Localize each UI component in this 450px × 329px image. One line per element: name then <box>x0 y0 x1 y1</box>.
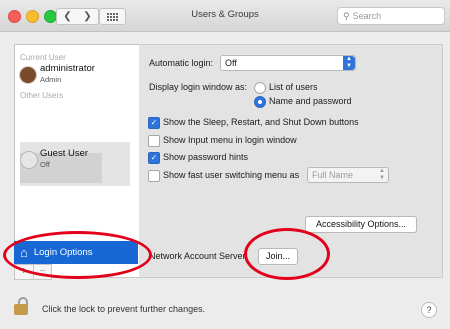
title-bar: ❮ ❯ Users & Groups ⚲ Search <box>0 0 450 32</box>
admin-avatar <box>19 66 37 84</box>
show-sleep-restart-label: Show the Sleep, Restart, and Shut Down b… <box>163 117 359 127</box>
automatic-login-label: Automatic login: <box>149 58 214 68</box>
guest-user-status: Off <box>40 160 50 169</box>
list-of-users-label: List of users <box>269 82 318 92</box>
fast-user-switching-checkbox[interactable] <box>148 170 160 182</box>
fast-user-switching-label: Show fast user switching menu as <box>163 170 300 180</box>
chevron-updown-icon: ▲ ▼ <box>379 168 385 181</box>
join-button[interactable]: Join... <box>258 248 298 265</box>
list-of-users-radio[interactable] <box>254 82 266 94</box>
show-sleep-restart-checkbox[interactable]: ✓ <box>148 117 160 129</box>
guest-user-name[interactable]: Guest User <box>40 148 88 159</box>
house-icon: ⌂ <box>20 245 28 260</box>
show-input-menu-checkbox[interactable] <box>148 135 160 147</box>
current-user-heading: Current User <box>20 53 66 62</box>
other-users-heading: Other Users <box>20 91 64 100</box>
network-account-server-label: Network Account Server: <box>149 251 249 261</box>
guest-avatar <box>20 151 38 169</box>
show-input-menu-label: Show Input menu in login window <box>163 135 297 145</box>
current-user-name[interactable]: administrator <box>40 63 95 74</box>
accessibility-options-button[interactable]: Accessibility Options... <box>305 216 417 233</box>
lock-message: Click the lock to prevent further change… <box>42 304 206 314</box>
login-options-item[interactable]: ⌂ Login Options <box>14 241 138 264</box>
automatic-login-popup[interactable]: Off ▲ ▼ <box>220 55 356 71</box>
search-placeholder: Search <box>352 11 382 21</box>
search-field[interactable]: ⚲ Search <box>337 7 445 25</box>
show-password-hints-label: Show password hints <box>163 152 249 162</box>
search-icon: ⚲ <box>343 10 350 21</box>
fast-switch-popup[interactable]: Full Name ▲ ▼ <box>307 167 389 183</box>
help-icon[interactable]: ? <box>421 302 437 318</box>
fast-switch-value: Full Name <box>312 170 354 180</box>
login-options-panel: Automatic login: Off ▲ ▼ Display login wi… <box>139 44 443 278</box>
chevron-updown-icon: ▲ ▼ <box>343 56 355 70</box>
add-remove-control: + − <box>14 264 52 280</box>
add-user-button[interactable]: + <box>15 265 33 279</box>
lock-icon[interactable] <box>14 297 28 315</box>
name-and-password-label: Name and password <box>269 96 352 106</box>
automatic-login-value: Off <box>225 58 237 68</box>
login-options-label: Login Options <box>33 247 93 258</box>
name-and-password-radio[interactable] <box>254 96 266 108</box>
current-user-role: Admin <box>40 75 62 84</box>
display-login-label: Display login window as: <box>149 82 248 92</box>
show-password-hints-checkbox[interactable]: ✓ <box>148 152 160 164</box>
remove-user-button[interactable]: − <box>32 265 52 279</box>
